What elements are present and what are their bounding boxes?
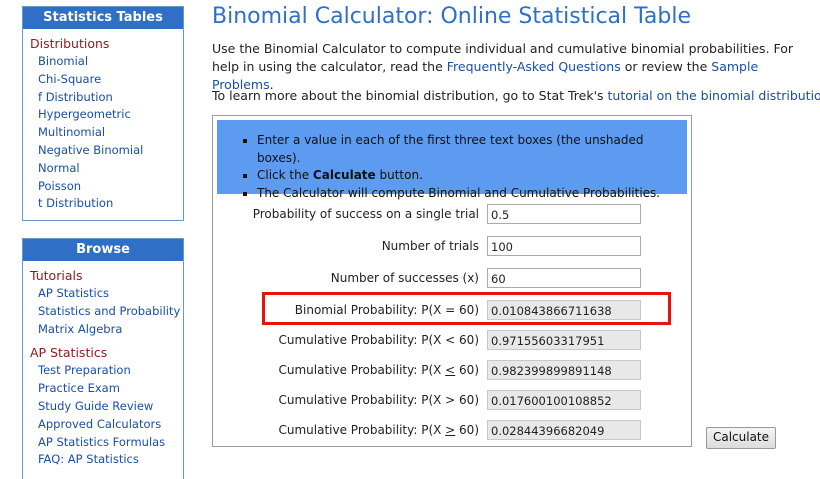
page-title: Binomial Calculator: Online Statistical … [212, 4, 692, 29]
highlight-box [262, 292, 671, 325]
learn-text: To learn more about the binomial distrib… [212, 88, 608, 103]
intro-paragraph: Use the Binomial Calculator to compute i… [212, 40, 812, 94]
instruction-item: Click the Calculate button. [257, 167, 687, 185]
sidebar-item-study-guide-review[interactable]: Study Guide Review [23, 398, 183, 416]
sidebar-item-faq-ap-statistics[interactable]: FAQ: AP Statistics [23, 451, 183, 469]
sidebar-item-normal[interactable]: Normal [23, 160, 183, 178]
label-text: Cumulative Probability: P(X [278, 363, 446, 377]
probability-row: Probability of success on a single trial… [213, 204, 691, 226]
sidebar-item-matrix-algebra[interactable]: Matrix Algebra [23, 321, 183, 339]
sidebar-item-chi-square[interactable]: Chi-Square [23, 71, 183, 89]
label-text: 60) [455, 423, 479, 437]
browse-header: Browse [23, 239, 183, 261]
sidebar-item-ap-statistics-formulas[interactable]: AP Statistics Formulas [23, 434, 183, 452]
sidebar-item-negative-binomial[interactable]: Negative Binomial [23, 142, 183, 160]
sidebar-item-practice-exam[interactable]: Practice Exam [23, 380, 183, 398]
browse-box: Browse Tutorials AP Statistics Statistic… [22, 238, 184, 479]
cumulative-ge-label: Cumulative Probability: P(X > 60) [278, 423, 479, 437]
calculator-panel: Enter a value in each of the first three… [212, 115, 692, 447]
label-text: 60) [455, 363, 479, 377]
cumulative-lt-output: 0.97155603317951 [487, 330, 641, 350]
sidebar-item-test-preparation[interactable]: Test Preparation [23, 362, 183, 380]
intro-text-2: or review the [620, 59, 712, 74]
sidebar-item-poisson[interactable]: Poisson [23, 178, 183, 196]
cumulative-le-label: Cumulative Probability: P(X < 60) [278, 363, 479, 377]
label-text: Cumulative Probability: P(X [278, 423, 446, 437]
sidebar-item-hypergeometric[interactable]: Hypergeometric [23, 106, 183, 124]
probability-label: Probability of success on a single trial [252, 207, 479, 221]
cumulative-ge-row: Cumulative Probability: P(X > 60) 0.0284… [213, 420, 691, 442]
sidebar-item-ap-statistics[interactable]: AP Statistics [23, 285, 183, 303]
instruction-item: Enter a value in each of the first three… [257, 132, 687, 167]
trials-input[interactable]: 100 [487, 236, 641, 256]
cumulative-gt-label: Cumulative Probability: P(X > 60) [278, 393, 480, 407]
ap-statistics-section: AP Statistics [30, 345, 108, 361]
tutorials-section: Tutorials [30, 268, 83, 283]
probability-input[interactable]: 0.5 [487, 204, 641, 224]
sidebar-item-f-distribution[interactable]: f Distribution [23, 89, 183, 107]
sidebar-item-t-distribution[interactable]: t Distribution [23, 195, 183, 213]
learn-more-paragraph: To learn more about the binomial distrib… [212, 87, 820, 105]
successes-row: Number of successes (x) 60 [213, 268, 691, 290]
statistics-tables-box: Statistics Tables Distributions Binomial… [22, 6, 184, 221]
successes-label: Number of successes (x) [330, 271, 479, 285]
sidebar-item-binomial[interactable]: Binomial [23, 53, 183, 71]
instructions-box: Enter a value in each of the first three… [217, 120, 687, 200]
sidebar-item-multinomial[interactable]: Multinomial [23, 124, 183, 142]
cumulative-gt-output: 0.017600100108852 [487, 390, 641, 410]
successes-input[interactable]: 60 [487, 268, 641, 288]
trials-label: Number of trials [381, 239, 479, 253]
cumulative-lt-label: Cumulative Probability: P(X < 60) [278, 333, 480, 347]
faq-link[interactable]: Frequently-Asked Questions [447, 59, 621, 74]
cumulative-gt-row: Cumulative Probability: P(X > 60) 0.0176… [213, 390, 691, 412]
cumulative-le-row: Cumulative Probability: P(X < 60) 0.9823… [213, 360, 691, 382]
instruction-bold: Calculate [312, 168, 376, 182]
cumulative-lt-row: Cumulative Probability: P(X < 60) 0.9715… [213, 330, 691, 352]
instruction-text: button. [375, 168, 423, 182]
le-symbol: < [445, 363, 456, 377]
statistics-tables-header: Statistics Tables [23, 7, 183, 29]
sidebar-item-statistics-and-probability[interactable]: Statistics and Probability [23, 303, 183, 321]
instruction-text: Click the [257, 168, 313, 182]
binomial-tutorial-link[interactable]: tutorial on the binomial distribution [608, 88, 820, 103]
calculate-button[interactable]: Calculate [706, 427, 776, 449]
trials-row: Number of trials 100 [213, 236, 691, 258]
ge-symbol: > [445, 423, 456, 437]
cumulative-le-output: 0.982399899891148 [487, 360, 641, 380]
distributions-section: Distributions [30, 36, 110, 51]
cumulative-ge-output: 0.02844396682049 [487, 420, 641, 440]
sidebar-item-approved-calculators[interactable]: Approved Calculators [23, 416, 183, 434]
instruction-item: The Calculator will compute Binomial and… [257, 185, 687, 203]
